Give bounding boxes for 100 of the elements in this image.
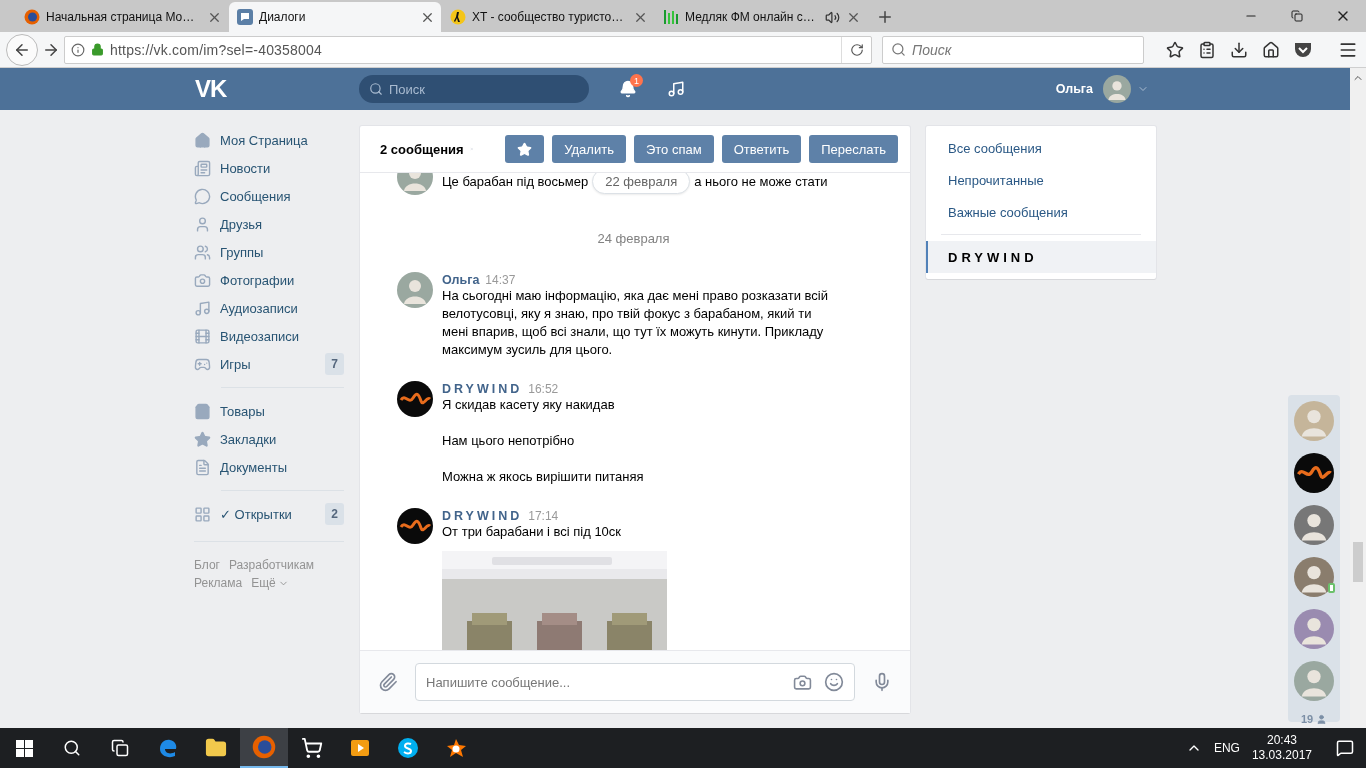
edge-icon [157,737,179,759]
filter-item[interactable]: DRYWIND [926,241,1156,273]
user-name[interactable]: Ольга [1055,82,1093,96]
sidebar-item[interactable]: Аудиозаписи [194,294,344,322]
back-button[interactable] [6,33,38,66]
camera-icon[interactable] [793,672,812,692]
pocket-icon[interactable] [1294,41,1312,58]
avatar [397,272,433,308]
message-text: На сьогодні маю інформацію, яка дає мені право розказати всій велотусовці, яку я знаю, про твій фокус з барабаном, який ти мені впарив, щоб всі знали, що тут їх можуть кинути. Прикладу максимум зусиль для цього. [442,287,829,359]
sidebar-item[interactable]: Сообщения [194,182,344,210]
message-time: 14:37 [485,273,516,287]
sidebar-item[interactable]: Товары [194,397,344,425]
sidebar-item[interactable]: Фотографии [194,266,344,294]
message-input[interactable]: Напишите сообщение... [415,663,855,701]
bag-icon [194,402,211,420]
message-text: От три барабани і всі під 10ск [442,523,623,541]
notifications-icon[interactable] [1336,739,1354,757]
search-field[interactable]: Поиск [882,35,1144,64]
logo[interactable]: VK [195,75,359,103]
browser-tab[interactable]: Диалоги [229,2,441,32]
home-icon[interactable] [1262,40,1280,59]
skype-icon [397,737,419,759]
equalizer-icon [663,9,679,25]
star-icon [194,430,211,448]
download-icon[interactable] [1230,40,1248,59]
music-icon[interactable] [667,80,685,98]
sidebar-item[interactable]: Закладки [194,425,344,453]
sidebar-item[interactable]: Игры 7 [194,350,344,378]
media-player-icon [349,737,371,759]
filter-item[interactable]: Непрочитанные [926,164,1156,196]
avatar [1103,75,1131,103]
avatar [397,173,433,195]
filter-item[interactable]: Все сообщения [926,132,1156,164]
reload-icon[interactable] [849,42,864,57]
browser-tab[interactable]: XT - сообщество туристо… [442,2,654,32]
message-text: Я скидав касету яку накидав [442,396,616,414]
action-button[interactable]: Это спам [633,135,714,163]
action-button[interactable]: Удалить [552,135,626,163]
sidebar-item[interactable]: Новости [194,154,344,182]
author-name[interactable]: DRYWIND [442,382,523,396]
sidebar-item[interactable]: Группы [194,238,344,266]
counter: 7 [325,353,344,375]
browser-tab[interactable]: Начальная страница Мо… [16,2,228,32]
filter-item[interactable]: Важные сообщения [926,196,1156,228]
sidebar-item[interactable]: Друзья [194,210,344,238]
firefox-icon [24,9,40,25]
restore-icon[interactable] [1291,10,1303,22]
message-time: 17:14 [528,509,559,523]
smiley-icon[interactable] [824,672,844,692]
action-button[interactable]: Ответить [721,135,802,163]
camera-icon [194,271,211,289]
user-icon [1316,713,1328,725]
bell-icon[interactable] [619,80,637,98]
bookmark-star-icon[interactable] [1166,40,1184,59]
clock[interactable]: 20:43 13.03.2017 [1251,733,1312,763]
document-icon [194,458,211,476]
search-icon[interactable] [63,739,81,757]
message-text: а нього не може стати [694,173,828,189]
avatar [397,381,433,417]
microphone-icon[interactable] [872,672,892,692]
scrollbar-thumb[interactable] [1353,542,1363,582]
sidebar-item[interactable]: Документы [194,453,344,481]
address-field[interactable]: https://vk.com/im?sel=-40358004 [64,35,872,64]
sidebar-item[interactable]: Моя Страница [194,126,344,154]
search-field[interactable]: Поиск [359,75,589,103]
message-time: 16:52 [528,382,559,396]
film-icon [194,327,211,345]
task-view-icon[interactable] [111,739,129,757]
author-name[interactable]: DRYWIND [442,509,523,523]
music-icon [194,299,211,317]
attach-icon[interactable] [378,672,398,692]
news-icon [194,159,211,177]
message-text: Нам цього непотрібно [442,432,576,450]
avatar [1294,505,1334,545]
new-tab-icon[interactable] [876,8,894,26]
store-icon [301,737,323,759]
lock-icon[interactable] [91,43,104,56]
action-button[interactable]: Переслать [809,135,898,163]
important-button[interactable] [505,135,545,163]
avatar [1294,557,1334,597]
browser-tab[interactable]: Медляк ФМ онлайн с… [655,2,867,32]
author-name[interactable]: Ольга [442,273,480,287]
firefox-icon [252,735,276,759]
sidebar-item[interactable]: ✓ Открытки 2 [194,500,344,528]
star-icon [517,141,533,157]
reading-list-icon[interactable] [1198,40,1216,59]
folder-icon [205,737,227,759]
hiker-icon [450,9,466,25]
date-pill: 22 февраля [592,173,691,194]
language-indicator[interactable]: ENG [1213,741,1240,755]
date-separator: 24 февраля [597,231,670,246]
sidebar-item[interactable]: Видеозаписи [194,322,344,350]
speaker-icon[interactable] [825,9,840,25]
chat-icon [237,9,253,25]
search-icon [891,42,906,57]
avatar [1294,401,1334,441]
windows-icon[interactable] [15,739,33,757]
info-icon[interactable] [71,42,85,57]
counter: 2 [325,503,344,525]
message-text: Це барабан під восьмер [442,173,589,189]
